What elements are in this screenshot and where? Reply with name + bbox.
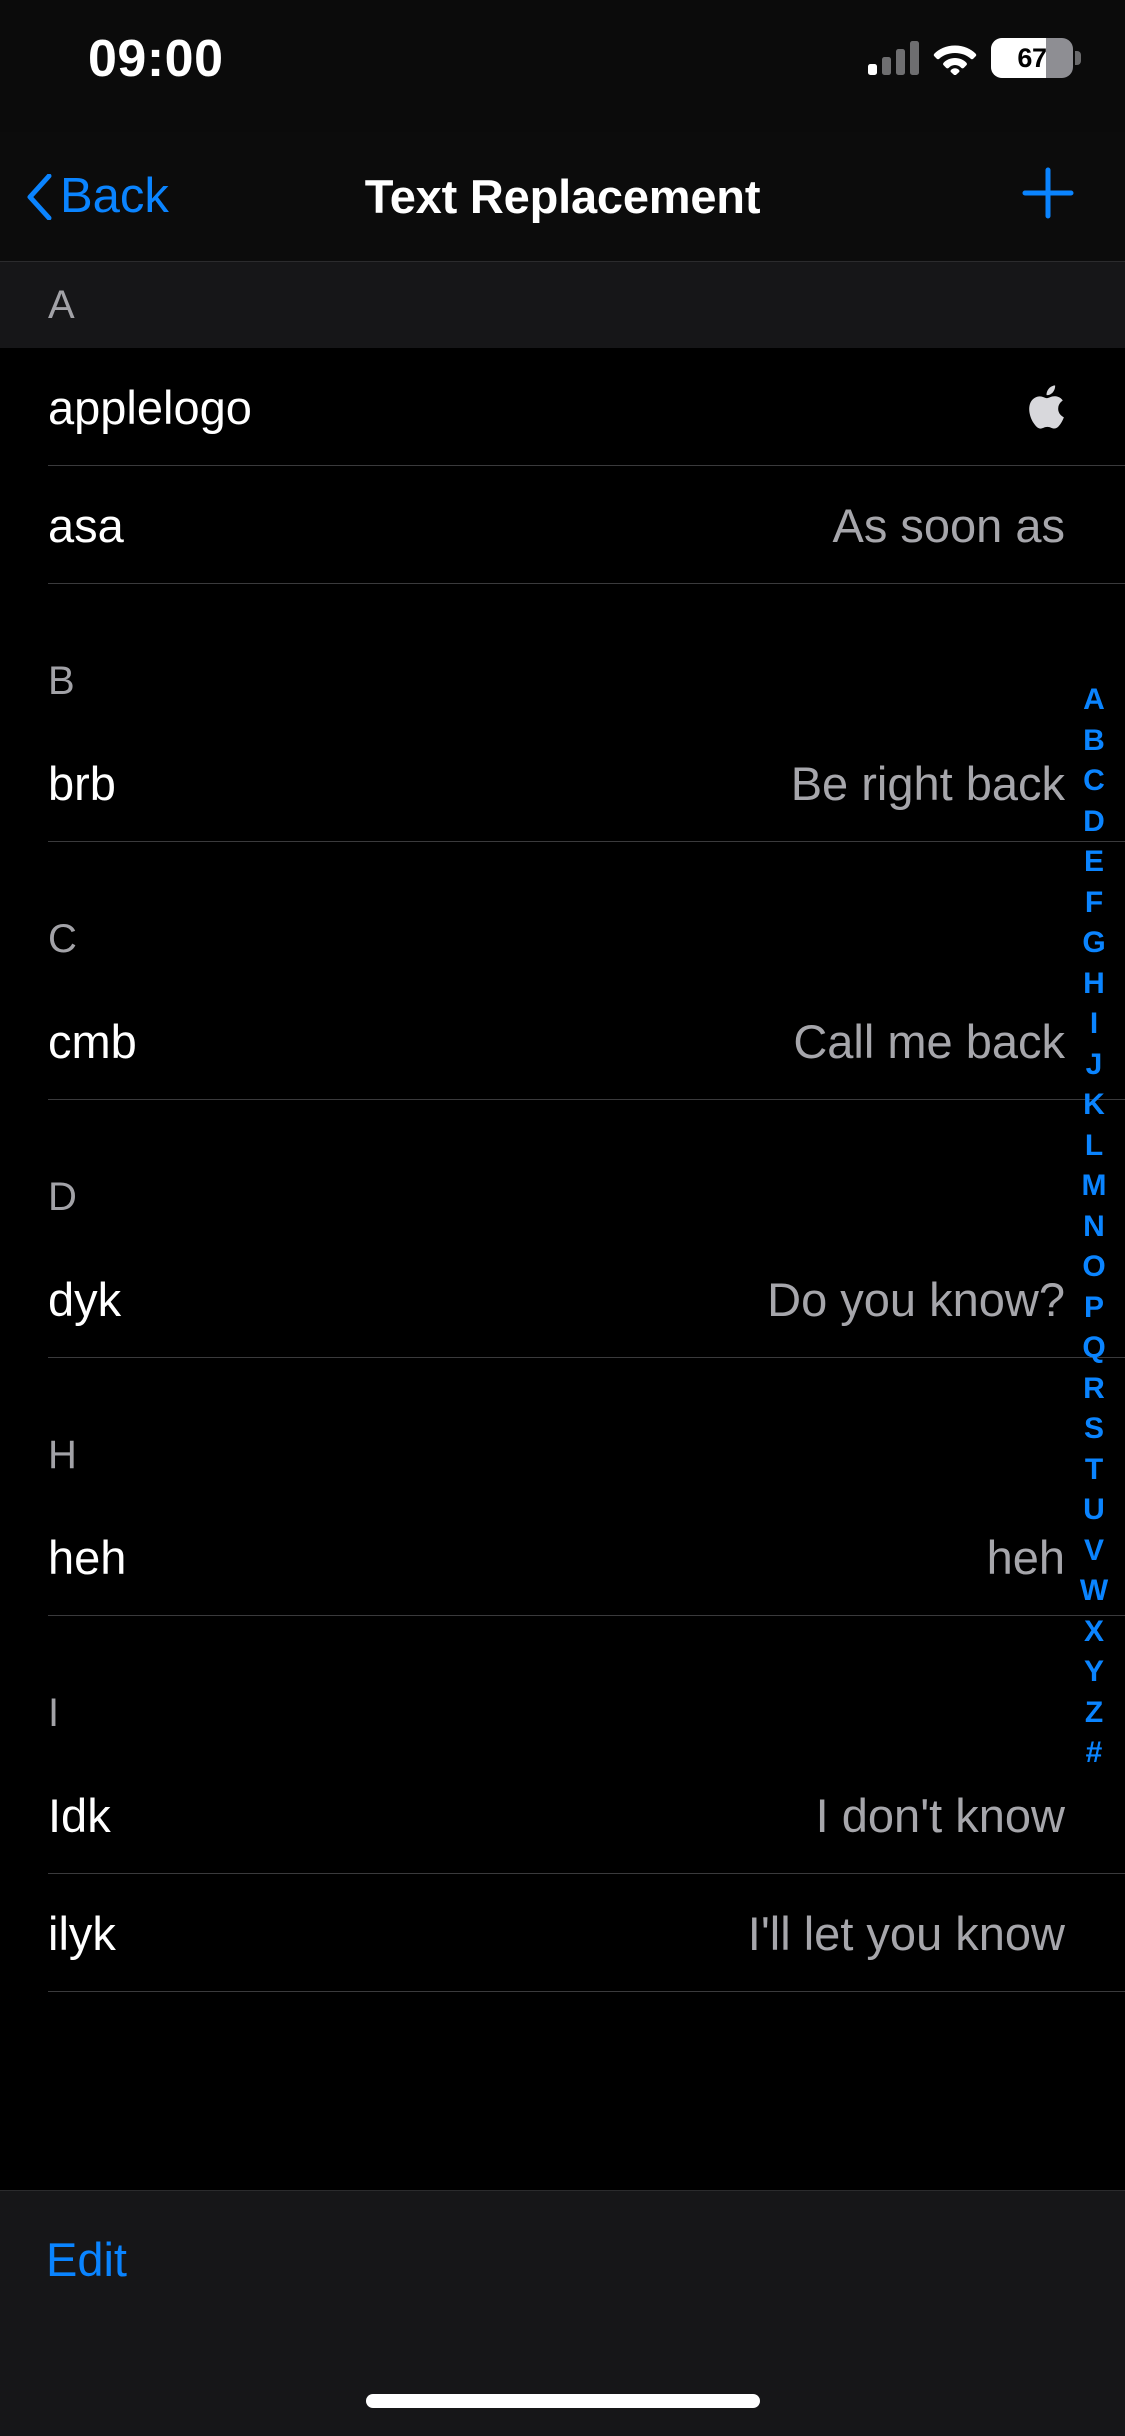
- index-letter[interactable]: W: [1080, 1571, 1108, 1612]
- section-header: B: [0, 638, 1125, 724]
- status-bar-indicators: 67: [868, 38, 1081, 78]
- shortcut-key: applelogo: [48, 380, 252, 434]
- status-bar-time: 09:00: [88, 30, 224, 88]
- apple-logo-icon: [1025, 383, 1065, 431]
- section-header: C: [0, 896, 1125, 982]
- phrase-value: Call me back: [793, 1014, 1065, 1068]
- table-row[interactable]: brb Be right back: [0, 724, 1125, 842]
- index-letter[interactable]: L: [1085, 1126, 1103, 1167]
- index-letter[interactable]: G: [1082, 923, 1105, 964]
- index-letter[interactable]: K: [1083, 1085, 1105, 1126]
- section-spacer: [0, 1100, 1125, 1154]
- phrase-value: Be right back: [790, 756, 1065, 810]
- index-letter[interactable]: Y: [1084, 1652, 1104, 1693]
- index-letter[interactable]: P: [1084, 1288, 1104, 1329]
- phrase-value: I don't know: [815, 1788, 1065, 1842]
- navigation-bar: Back Text Replacement: [0, 132, 1125, 262]
- status-bar: 09:00 67: [0, 0, 1125, 132]
- shortcut-key: heh: [48, 1530, 127, 1584]
- index-letter[interactable]: E: [1084, 842, 1104, 883]
- home-indicator-area: [0, 2328, 1125, 2436]
- shortcut-key: ilyk: [48, 1906, 116, 1960]
- index-letter[interactable]: #: [1086, 1733, 1103, 1774]
- section-header: A: [0, 262, 1125, 348]
- section-header: I: [0, 1670, 1125, 1756]
- battery-percent-label: 67: [1017, 42, 1047, 73]
- text-replacement-list[interactable]: Aapplelogo asa As soon as Bbrb Be right back…: [0, 262, 1125, 2190]
- index-letter[interactable]: Z: [1085, 1693, 1103, 1734]
- section-header: D: [0, 1154, 1125, 1240]
- shortcut-key: dyk: [48, 1272, 122, 1326]
- section-spacer: [0, 1616, 1125, 1670]
- wifi-icon: [933, 45, 977, 75]
- index-letter[interactable]: N: [1083, 1207, 1105, 1248]
- table-row[interactable]: ilyk I'll let you know: [0, 1874, 1125, 1992]
- index-letter[interactable]: O: [1082, 1247, 1105, 1288]
- index-letter[interactable]: M: [1082, 1166, 1107, 1207]
- phrase-value: As soon as: [832, 498, 1065, 552]
- table-row[interactable]: asa As soon as: [0, 466, 1125, 584]
- phrase-value: Do you know?: [767, 1272, 1065, 1326]
- table-row[interactable]: cmb Call me back: [0, 982, 1125, 1100]
- page-title: Text Replacement: [364, 170, 761, 223]
- index-letter[interactable]: H: [1083, 964, 1105, 1005]
- index-letter[interactable]: A: [1083, 680, 1105, 721]
- section-index-bar[interactable]: A B C D E F G H I J K L M N O P Q R S T U V W X Y Z #: [1071, 680, 1117, 1774]
- list-body: Aapplelogo asa As soon as Bbrb Be right back…: [0, 262, 1125, 1992]
- bottom-toolbar: Edit: [0, 2190, 1125, 2328]
- table-row[interactable]: Idk I don't know: [0, 1756, 1125, 1874]
- index-letter[interactable]: Q: [1082, 1328, 1105, 1369]
- battery-icon: 67: [991, 38, 1081, 78]
- home-indicator[interactable]: [365, 2394, 760, 2408]
- phrase-value: heh: [986, 1530, 1065, 1584]
- text-replacement-screen: 09:00 67 Back Text Replacement A applelo…: [0, 0, 1125, 2436]
- table-row[interactable]: dyk Do you know?: [0, 1240, 1125, 1358]
- shortcut-key: asa: [48, 498, 124, 552]
- index-letter[interactable]: S: [1084, 1409, 1104, 1450]
- add-button[interactable]: [1017, 132, 1079, 261]
- shortcut-key: Idk: [48, 1788, 111, 1842]
- index-letter[interactable]: R: [1083, 1369, 1105, 1410]
- index-letter[interactable]: B: [1083, 721, 1105, 762]
- index-letter[interactable]: J: [1086, 1045, 1103, 1086]
- section-spacer: [0, 584, 1125, 638]
- index-letter[interactable]: V: [1084, 1531, 1104, 1572]
- shortcut-key: brb: [48, 756, 116, 810]
- section-header: H: [0, 1412, 1125, 1498]
- index-letter[interactable]: U: [1083, 1490, 1105, 1531]
- table-row[interactable]: applelogo: [0, 348, 1125, 466]
- index-letter[interactable]: X: [1084, 1612, 1104, 1653]
- index-letter[interactable]: I: [1090, 1004, 1098, 1045]
- plus-icon: [1022, 167, 1074, 218]
- cellular-bars-icon: [868, 41, 919, 75]
- phrase-value: I'll let you know: [747, 1906, 1065, 1960]
- index-letter[interactable]: C: [1083, 761, 1105, 802]
- index-letter[interactable]: F: [1085, 883, 1103, 924]
- edit-button[interactable]: Edit: [46, 2232, 127, 2287]
- section-spacer: [0, 1358, 1125, 1412]
- shortcut-key: cmb: [48, 1014, 137, 1068]
- index-letter[interactable]: T: [1085, 1450, 1103, 1491]
- battery-cap: [1075, 51, 1081, 65]
- table-row[interactable]: heh heh: [0, 1498, 1125, 1616]
- section-spacer: [0, 842, 1125, 896]
- index-letter[interactable]: D: [1083, 802, 1105, 843]
